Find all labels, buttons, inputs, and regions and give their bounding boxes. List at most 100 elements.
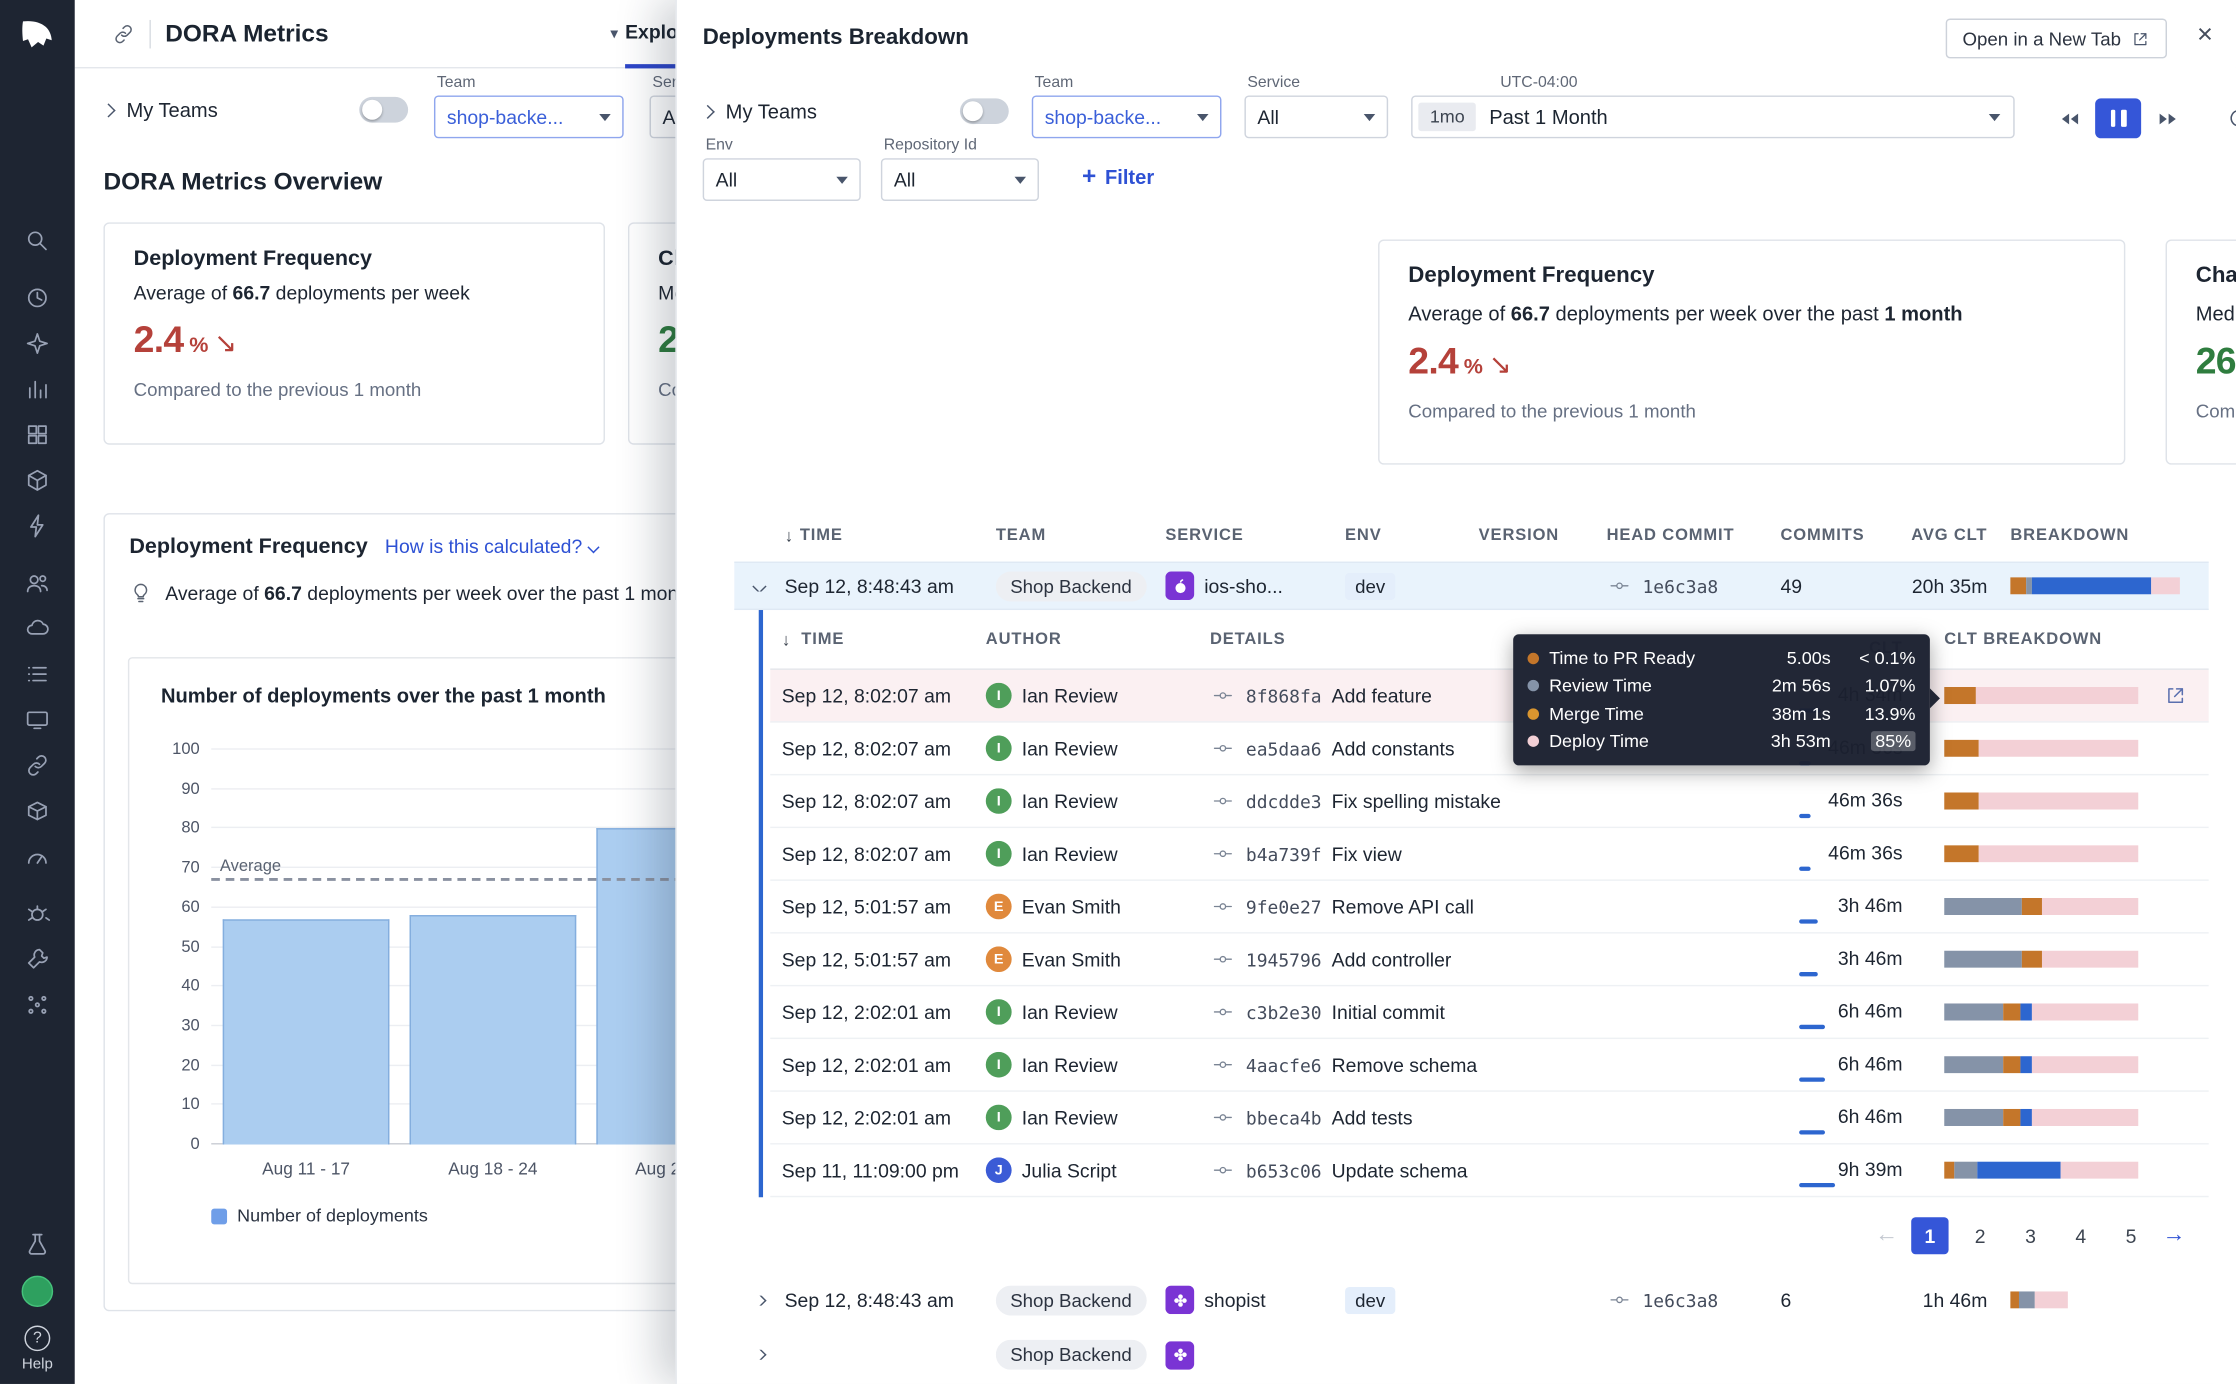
header-head-commit[interactable]: HEAD COMMIT [1607, 527, 1781, 544]
time-range-select[interactable]: 1mo Past 1 Month [1411, 95, 2015, 139]
deployment-row-partial[interactable]: Shop Backend [734, 1326, 2208, 1384]
team-filter-select[interactable]: shop-backe... [433, 95, 624, 139]
clt-breakdown-bar[interactable] [1944, 845, 2139, 863]
clt-breakdown-bar[interactable] [1944, 792, 2139, 810]
close-icon[interactable]: × [2197, 20, 2213, 51]
commit-row[interactable]: Sep 12, 2:02:01 am I Ian Review bbeca4b A… [770, 1092, 2209, 1145]
header-avg-clt[interactable]: AVG CLT [1878, 527, 1999, 544]
infrastructure-icon[interactable] [24, 467, 50, 493]
clt-breakdown-bar[interactable] [1944, 1161, 2139, 1179]
apps-icon[interactable] [24, 992, 50, 1018]
header-env[interactable]: ENV [1345, 527, 1479, 544]
page-button-3[interactable]: 3 [2012, 1217, 2049, 1254]
header-team[interactable]: TEAM [996, 527, 1166, 544]
team-chip[interactable]: Shop Backend [995, 1284, 1147, 1315]
team-chip[interactable]: Shop Backend [995, 1339, 1147, 1370]
commit-hash[interactable]: ddcdde3 [1246, 790, 1322, 811]
packages-icon[interactable] [24, 798, 50, 824]
title-dropdown-icon[interactable]: ▾ [610, 24, 618, 43]
env-chip[interactable]: dev [1345, 572, 1396, 600]
service-name[interactable]: ios-sho... [1204, 575, 1283, 596]
commit-row[interactable]: Sep 12, 5:01:57 am E Evan Smith 9fe0e27 R… [770, 881, 2209, 934]
head-commit-hash[interactable]: 1e6c3a8 [1642, 575, 1718, 596]
commit-hash[interactable]: c3b2e30 [1246, 1001, 1322, 1022]
clt-breakdown-bar[interactable] [1944, 686, 2139, 705]
refresh-icon[interactable] [2219, 98, 2236, 138]
env-chip[interactable]: dev [1345, 1286, 1396, 1314]
commit-row[interactable]: Sep 12, 5:01:57 am E Evan Smith 1945796 A… [770, 934, 2209, 987]
page-button-5[interactable]: 5 [2112, 1217, 2149, 1254]
commit-row[interactable]: Sep 11, 11:09:00 pm J Julia Script b653c0… [770, 1145, 2209, 1198]
chart-legend[interactable]: Number of deployments [211, 1206, 428, 1226]
add-filter-button[interactable]: + Filter [1082, 162, 1154, 191]
clt-breakdown-bar[interactable] [1944, 1108, 2139, 1126]
commit-hash[interactable]: 8f868fa [1246, 685, 1322, 706]
clt-breakdown-bar[interactable] [2010, 577, 2180, 595]
deployment-row[interactable]: Sep 12, 8:48:43 am Shop Backend ios-sho.… [734, 561, 2209, 611]
clt-breakdown-bar[interactable] [1944, 1056, 2139, 1074]
previous-page-icon[interactable]: ← [1875, 1223, 1898, 1249]
watchdog-icon[interactable] [24, 331, 50, 357]
collapse-row-icon[interactable] [752, 580, 767, 591]
header-time[interactable]: ↓ TIME [770, 629, 983, 649]
history-icon[interactable] [24, 285, 50, 311]
dashboards-icon[interactable] [24, 422, 50, 448]
bug-icon[interactable] [24, 901, 50, 927]
page-button-4[interactable]: 4 [2062, 1217, 2099, 1254]
commit-hash[interactable]: ea5daa6 [1246, 738, 1322, 759]
tab-explore[interactable]: Explore [625, 0, 677, 69]
env-filter-select[interactable]: All [702, 158, 861, 201]
commit-row[interactable]: Sep 12, 8:02:07 am I Ian Review 8f868fa A… [770, 669, 2209, 723]
commit-hash[interactable]: 1945796 [1246, 949, 1322, 970]
commit-row[interactable]: Sep 12, 8:02:07 am I Ian Review ea5daa6 A… [770, 723, 2209, 776]
commit-row[interactable]: Sep 12, 2:02:01 am I Ian Review c3b2e30 I… [770, 986, 2209, 1040]
page-button-2[interactable]: 2 [1962, 1217, 1999, 1254]
header-clt-breakdown[interactable]: CLT BREAKDOWN [1905, 631, 2161, 648]
commit-hash[interactable]: b653c06 [1246, 1159, 1322, 1180]
tools-icon[interactable] [24, 946, 50, 972]
commit-hash[interactable]: 4aacfe6 [1246, 1054, 1322, 1075]
commit-row[interactable]: Sep 12, 8:02:07 am I Ian Review b4a739f F… [770, 828, 2209, 881]
my-teams-group[interactable]: My Teams [700, 98, 1009, 125]
header-commits[interactable]: COMMITS [1780, 527, 1878, 544]
open-new-tab-button[interactable]: Open in a New Tab [1945, 18, 2167, 59]
page-button-1[interactable]: 1 [1911, 1217, 1949, 1255]
user-avatar[interactable] [21, 1275, 54, 1308]
header-breakdown[interactable]: BREAKDOWN [1999, 527, 2180, 544]
header-author[interactable]: AUTHOR [983, 631, 1207, 648]
clt-breakdown-bar[interactable] [1944, 897, 2139, 916]
pause-button[interactable] [2095, 98, 2142, 139]
commit-hash[interactable]: 9fe0e27 [1246, 896, 1322, 917]
clt-breakdown-bar[interactable] [1944, 739, 2139, 757]
metrics-icon[interactable] [24, 376, 50, 402]
my-teams-toggle[interactable] [959, 98, 1009, 125]
my-teams-toggle[interactable] [359, 96, 409, 123]
clt-breakdown-bar[interactable] [2010, 1291, 2180, 1309]
header-time[interactable]: ↓ TIME [785, 526, 996, 546]
header-service[interactable]: SERVICE [1165, 527, 1345, 544]
gauge-icon[interactable] [24, 844, 50, 870]
service-name[interactable]: shopist [1204, 1289, 1265, 1310]
next-page-icon[interactable]: → [2163, 1223, 2186, 1249]
clt-breakdown-bar[interactable] [1944, 1003, 2139, 1021]
cloud-icon[interactable] [24, 616, 50, 642]
my-teams-group[interactable]: My Teams [101, 96, 409, 123]
labs-icon[interactable] [24, 1231, 50, 1257]
share-link-icon[interactable] [112, 22, 135, 45]
open-deployment-icon[interactable] [2164, 684, 2187, 707]
monitors-icon[interactable] [24, 707, 50, 733]
commit-row[interactable]: Sep 12, 2:02:01 am I Ian Review 4aacfe6 R… [770, 1039, 2209, 1092]
skip-back-icon[interactable] [2049, 98, 2089, 138]
head-commit-hash[interactable]: 1e6c3a8 [1642, 1289, 1718, 1310]
apm-icon[interactable] [24, 513, 50, 539]
how-calculated-link[interactable]: How is this calculated? [385, 536, 600, 557]
expand-row-icon[interactable] [752, 1349, 767, 1360]
deployment-row[interactable]: Sep 12, 8:48:43 am Shop Backend shopist … [734, 1274, 2208, 1325]
expand-row-icon[interactable] [752, 1294, 767, 1305]
commit-row[interactable]: Sep 12, 8:02:07 am I Ian Review ddcdde3 F… [770, 775, 2209, 829]
team-filter-select[interactable]: shop-backe... [1031, 95, 1222, 139]
integrations-icon[interactable] [24, 753, 50, 779]
commit-hash[interactable]: bbeca4b [1246, 1107, 1322, 1128]
datadog-logo[interactable] [16, 14, 59, 57]
help-button[interactable]: ? Help [22, 1325, 53, 1373]
